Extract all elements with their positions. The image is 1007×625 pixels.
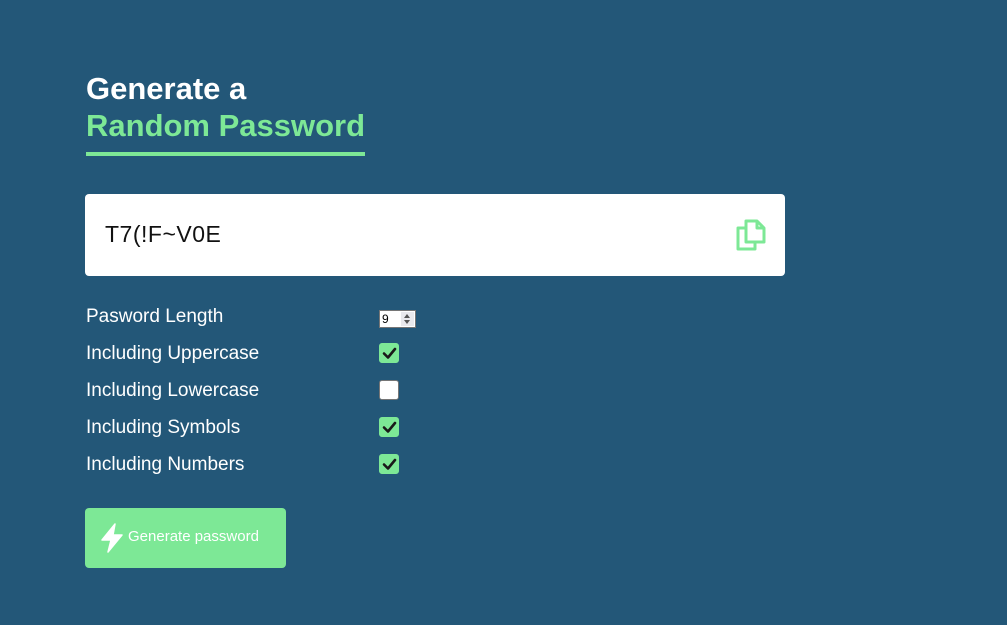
symbols-label: Including Symbols xyxy=(86,417,241,438)
numbers-label: Including Numbers xyxy=(86,454,245,475)
numbers-checkbox[interactable] xyxy=(379,454,399,474)
option-numbers: Including Numbers xyxy=(86,453,426,490)
checkmark-icon xyxy=(382,421,397,433)
password-output[interactable]: T7(!F~V0E xyxy=(105,221,221,248)
checkmark-icon xyxy=(382,458,397,470)
option-lowercase: Including Lowercase xyxy=(86,379,426,416)
heading-line-1: Generate a xyxy=(86,71,247,106)
length-number-input[interactable]: 9 xyxy=(379,310,416,328)
generate-password-button[interactable]: Generate password xyxy=(85,508,286,568)
copy-icon[interactable] xyxy=(735,218,767,252)
page-heading: Generate a Random Password xyxy=(86,70,366,156)
generate-button-label: Generate password xyxy=(128,528,259,545)
password-output-box: T7(!F~V0E xyxy=(85,194,785,276)
option-uppercase: Including Uppercase xyxy=(86,342,426,379)
option-length: Pasword Length 9 xyxy=(86,305,426,342)
bolt-icon xyxy=(99,523,125,553)
lowercase-label: Including Lowercase xyxy=(86,380,260,401)
heading-line-2: Random Password xyxy=(86,107,366,156)
options-panel: Pasword Length 9 Including Uppercase Inc… xyxy=(86,305,426,490)
option-symbols: Including Symbols xyxy=(86,416,426,453)
uppercase-label: Including Uppercase xyxy=(86,343,260,364)
length-value: 9 xyxy=(382,312,389,326)
length-label: Pasword Length xyxy=(86,306,224,327)
uppercase-checkbox[interactable] xyxy=(379,343,399,363)
symbols-checkbox[interactable] xyxy=(379,417,399,437)
checkmark-icon xyxy=(382,347,397,359)
lowercase-checkbox[interactable] xyxy=(379,380,399,400)
length-spinner[interactable] xyxy=(401,312,414,326)
